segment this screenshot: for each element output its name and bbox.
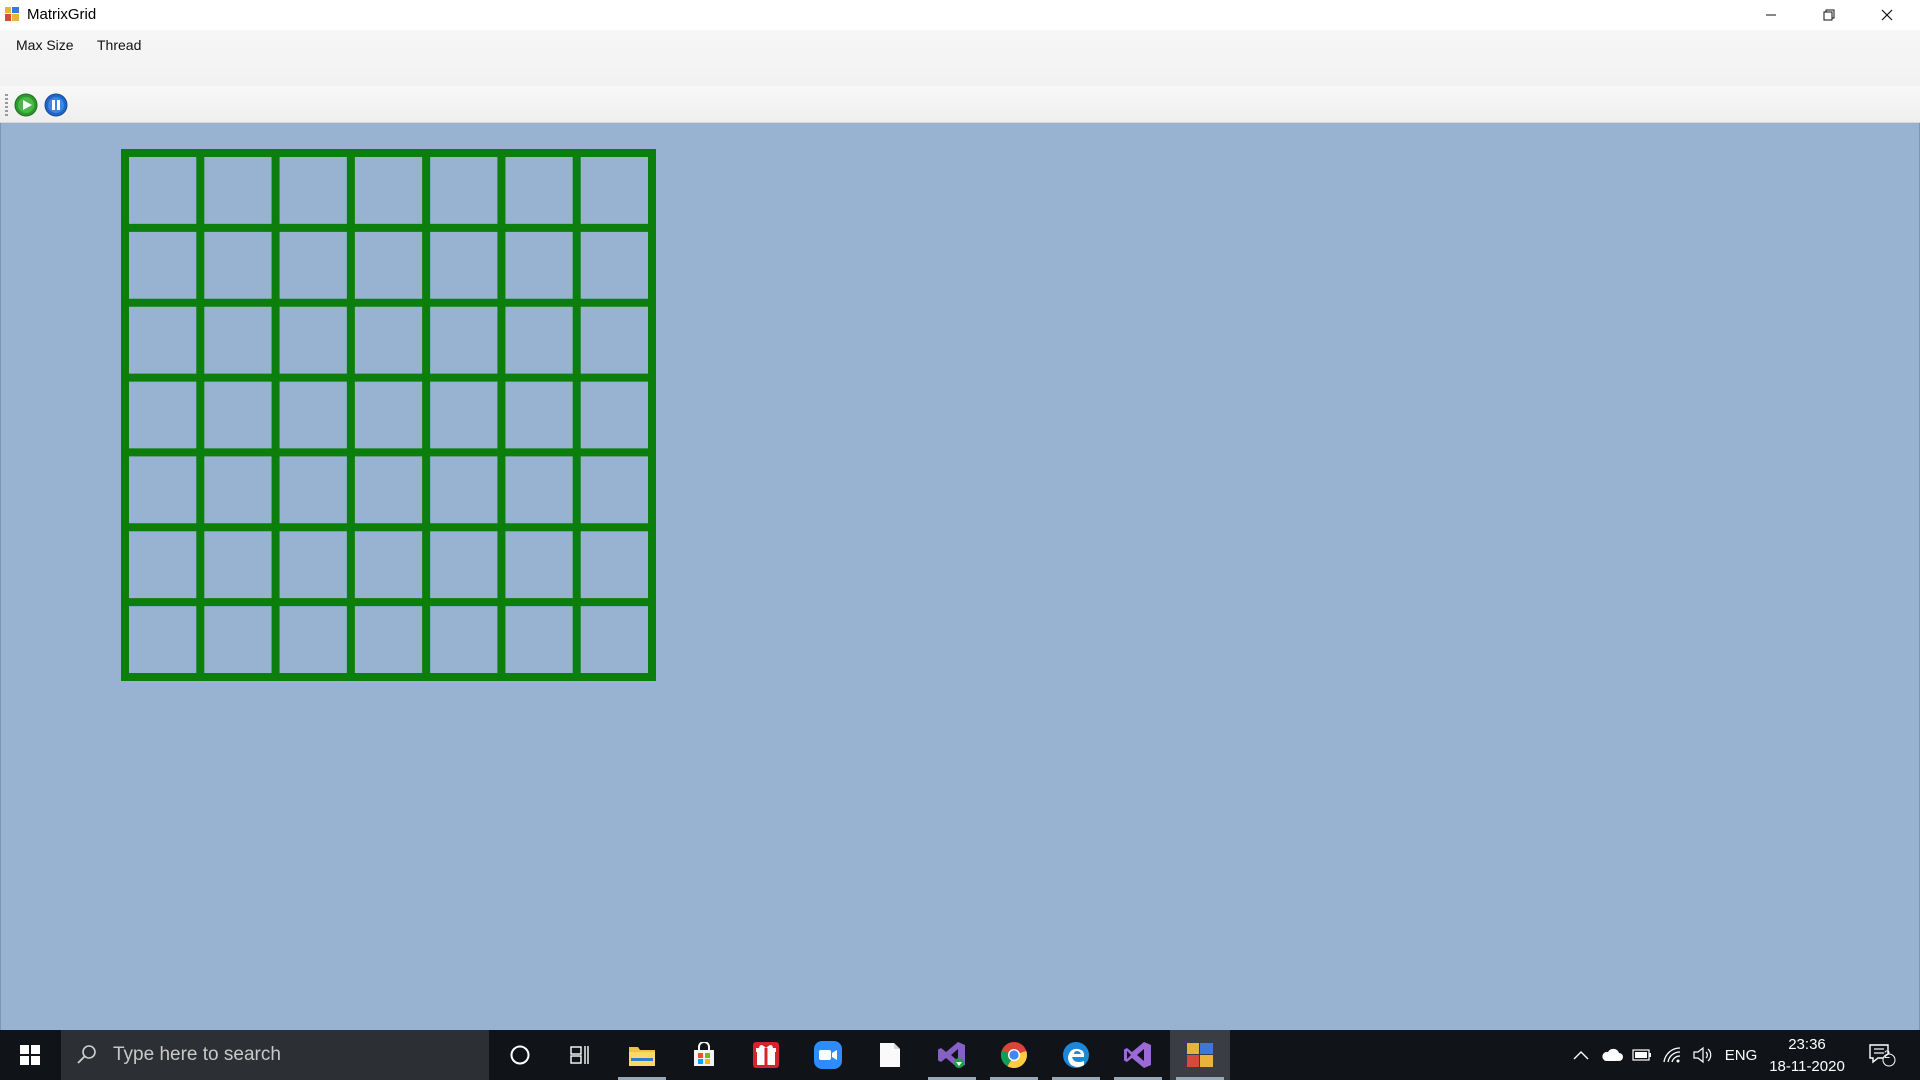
- network-tray[interactable]: [1658, 1030, 1686, 1080]
- taskbar-search-box[interactable]: Type here to search: [61, 1030, 489, 1080]
- notification-icon: [1869, 1044, 1896, 1067]
- notification-count: 2: [1884, 1049, 1891, 1061]
- taskbar-matrixgrid-app[interactable]: [1170, 1030, 1230, 1080]
- play-button[interactable]: [13, 92, 39, 118]
- store-icon: [694, 1042, 714, 1066]
- gift-icon: [753, 1042, 779, 1068]
- matrixgrid-app-icon: [1187, 1043, 1213, 1067]
- search-placeholder: Type here to search: [113, 1044, 281, 1065]
- taskbar: Type here to search ENG 23:36 18-11-2020…: [0, 1030, 1920, 1080]
- battery-icon: [1632, 1049, 1651, 1061]
- taskbar-notepad[interactable]: [860, 1030, 920, 1080]
- taskbar-store[interactable]: [674, 1030, 734, 1080]
- restore-icon: [1823, 9, 1835, 21]
- taskbar-zoom[interactable]: [798, 1030, 858, 1080]
- task-view-icon: [570, 1046, 589, 1064]
- menu-thread[interactable]: Thread: [93, 35, 145, 55]
- cloud-icon: [1602, 1048, 1623, 1061]
- language-indicator[interactable]: ENG: [1720, 1030, 1762, 1080]
- taskbar-gift-app[interactable]: [736, 1030, 796, 1080]
- cortana-button[interactable]: [490, 1030, 550, 1080]
- show-hidden-icons-button[interactable]: [1568, 1030, 1594, 1080]
- wifi-icon: [1663, 1047, 1681, 1063]
- notepad-icon: [880, 1043, 900, 1067]
- app-icon: [5, 7, 19, 21]
- start-button[interactable]: [0, 1030, 60, 1080]
- toolbar-grip[interactable]: [5, 94, 8, 116]
- visual-studio-installer-icon: [938, 1042, 965, 1068]
- menu-max-size[interactable]: Max Size: [12, 35, 78, 55]
- zoom-icon: [814, 1041, 842, 1069]
- close-button[interactable]: [1858, 0, 1916, 30]
- minimize-button[interactable]: [1742, 0, 1800, 30]
- taskbar-edge[interactable]: [1046, 1030, 1106, 1080]
- restore-button[interactable]: [1800, 0, 1858, 30]
- clock-time: 23:36: [1788, 1036, 1826, 1053]
- windows-icon: [20, 1045, 40, 1065]
- play-icon: [14, 93, 38, 117]
- taskbar-visual-studio[interactable]: [1108, 1030, 1168, 1080]
- cortana-icon: [510, 1045, 530, 1065]
- window-title: MatrixGrid: [27, 6, 97, 23]
- chrome-icon: [1000, 1042, 1027, 1069]
- close-icon: [1881, 9, 1893, 21]
- clock-date: 18-11-2020: [1769, 1058, 1845, 1075]
- minimize-icon: [1766, 14, 1776, 16]
- file-explorer-icon: [629, 1047, 655, 1066]
- taskbar-visual-studio-installer[interactable]: [922, 1030, 982, 1080]
- title-bar: MatrixGrid: [0, 0, 1920, 30]
- taskbar-file-explorer[interactable]: [612, 1030, 672, 1080]
- matrix-grid: [121, 149, 656, 681]
- toolbar: [0, 86, 1920, 123]
- search-icon: [77, 1045, 96, 1064]
- speaker-icon: [1693, 1046, 1712, 1064]
- clock[interactable]: 23:36 18-11-2020: [1768, 1034, 1846, 1078]
- battery-tray[interactable]: [1628, 1030, 1656, 1080]
- pause-icon: [44, 93, 68, 117]
- pause-button[interactable]: [43, 92, 69, 118]
- onedrive-tray[interactable]: [1598, 1030, 1626, 1080]
- drawing-area[interactable]: [0, 123, 1920, 1030]
- task-view-button[interactable]: [550, 1030, 610, 1080]
- action-center-button[interactable]: 2: [1862, 1030, 1902, 1080]
- menu-bar: Max Size Thread: [0, 30, 1920, 86]
- volume-tray[interactable]: [1688, 1030, 1716, 1080]
- visual-studio-icon: [1124, 1042, 1151, 1068]
- chevron-up-icon: [1573, 1051, 1589, 1060]
- taskbar-chrome[interactable]: [984, 1030, 1044, 1080]
- edge-icon: [1063, 1042, 1089, 1068]
